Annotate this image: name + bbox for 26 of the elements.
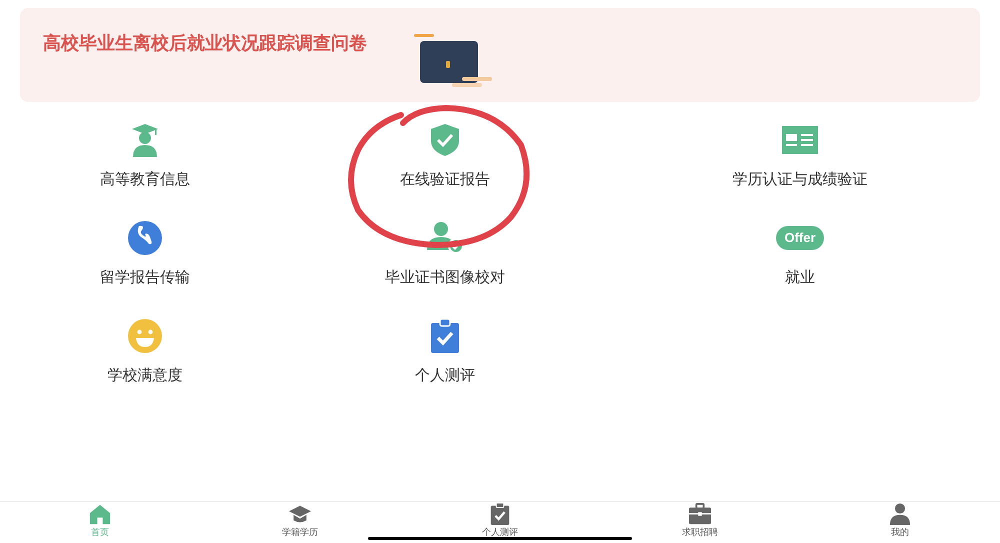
tab-bar-item[interactable]: 个人测评: [400, 502, 600, 537]
smiley-icon: [127, 318, 163, 354]
id-card-icon: [782, 126, 818, 154]
home-icon: [89, 503, 111, 525]
banner[interactable]: 高校毕业生离校后就业状况跟踪调查问卷: [20, 8, 980, 102]
service-label[interactable]: 高等教育信息: [100, 169, 190, 192]
graduation-cap-icon: [289, 503, 311, 525]
clipboard-check-icon: [489, 503, 511, 525]
clipboard-check-icon: [430, 318, 460, 354]
banner-title: 高校毕业生离校后就业状况跟踪调查问卷: [43, 32, 367, 55]
tab-bar-item[interactable]: 学籍学历: [200, 502, 400, 537]
graduate-icon: [131, 123, 159, 157]
briefcase-icon: [689, 503, 711, 525]
service-label[interactable]: 留学报告传输: [100, 267, 190, 290]
service-label[interactable]: 个人测评: [415, 365, 475, 388]
service-label[interactable]: 学校满意度: [108, 365, 182, 388]
service-label[interactable]: 在线验证报告: [400, 169, 490, 192]
tab-bar-item[interactable]: 我的: [800, 502, 1000, 537]
service-label[interactable]: 毕业证书图像校对: [385, 267, 505, 290]
person-check-icon: [426, 222, 464, 254]
tab-bar-item[interactable]: 求职招聘: [600, 502, 800, 537]
service-label[interactable]: 就业: [785, 267, 815, 290]
offer-icon: Offer: [776, 226, 824, 250]
person-icon: [889, 503, 911, 525]
shield-check-icon: [430, 123, 460, 157]
service-label[interactable]: 学历认证与成绩验证: [732, 169, 868, 192]
